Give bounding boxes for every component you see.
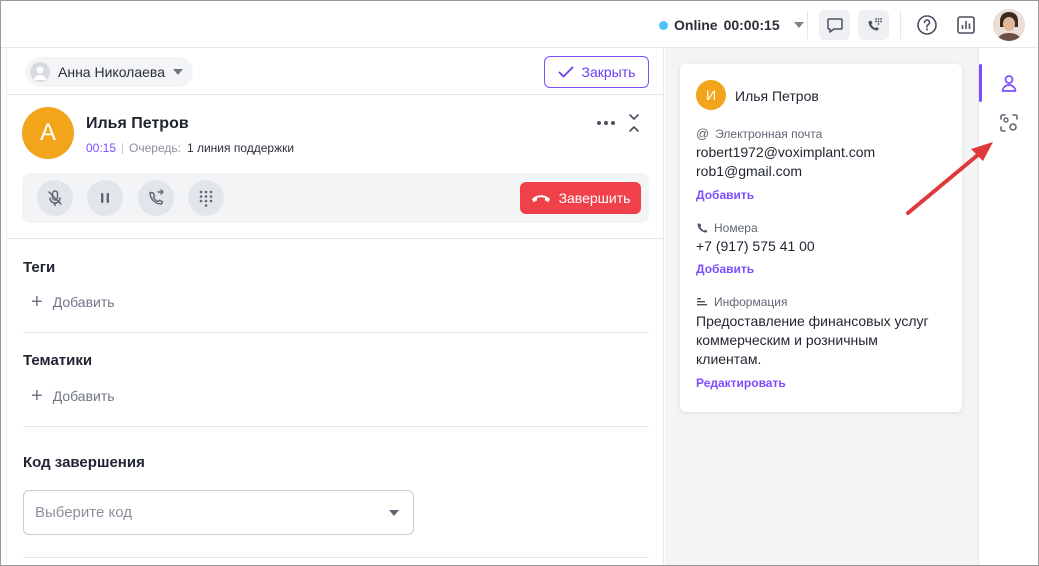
chevron-down-icon [389,510,399,516]
email-section-label: @ Электронная почта [696,126,822,141]
agent-avatar [30,62,50,82]
panel-header: Анна Николаева Закрыть [7,48,664,95]
completion-code-select[interactable]: Выберите код [23,490,414,535]
contact-name: Илья Петров [735,88,819,104]
agent-name: Анна Николаева [58,64,165,80]
add-tag-button[interactable]: + Добавить [31,292,115,312]
analytics-icon [957,16,975,34]
phone-label: Номера [714,221,758,235]
hold-button[interactable] [87,180,123,216]
contact-avatar: И [696,80,726,110]
annotation-arrow [906,142,993,215]
collapse-icon[interactable] [627,113,641,133]
scan-icon [1000,114,1018,132]
add-email-link[interactable]: Добавить [696,188,754,202]
info-text-line: клиентам. [696,351,762,367]
mic-off-icon [48,190,62,207]
add-topic-button[interactable]: + Добавить [31,386,115,406]
chevron-down-icon [172,69,183,75]
chat-button[interactable] [819,10,850,40]
divider [900,11,901,39]
check-icon [558,66,573,78]
close-button[interactable]: Закрыть [544,56,649,88]
divider [23,332,649,333]
contact-panel: И Илья Петров @ Электронная почта robert… [665,48,978,565]
call-transfer-icon [149,189,164,205]
dialpad-call-icon [868,18,882,31]
caller-avatar: А [22,107,74,159]
phone-icon [697,223,708,233]
help-icon [917,15,937,35]
caller-name: Илья Петров [86,115,189,132]
user-photo-icon [993,9,1025,41]
email-value: rob1@gmail.com [696,163,803,179]
mute-button[interactable] [37,180,73,216]
call-controls: Завершить [22,173,649,223]
contact-card: И Илья Петров @ Электронная почта robert… [680,64,962,412]
top-bar: Online 00:00:15 [1,1,1038,48]
user-avatar[interactable] [993,9,1025,41]
dialpad-button[interactable] [188,180,224,216]
divider [23,426,649,427]
queue-value: 1 линия поддержки [186,141,295,155]
info-text-line: Предоставление финансовых услуг [696,313,929,329]
active-tab-indicator [979,64,982,102]
email-label: Электронная почта [715,126,823,141]
dialpad-icon [199,190,213,207]
end-call-button[interactable]: Завершить [520,182,641,214]
analytics-button[interactable] [954,13,978,37]
completion-code-placeholder: Выберите код [35,504,132,521]
status-selector[interactable]: Online 00:00:15 [659,15,804,35]
divider [807,11,808,39]
chevron-down-icon [793,22,804,28]
status-dot [659,20,668,30]
info-section-label: Информация [696,295,787,309]
phone-value: +7 (917) 575 41 00 [696,238,815,254]
close-button-label: Закрыть [581,64,636,80]
info-text-line: коммерческим и розничным [696,332,878,348]
status-label: Online [674,17,718,33]
scan-tab[interactable] [997,111,1021,135]
info-label: Информация [714,295,788,309]
plus-icon: + [31,291,43,313]
divider [23,557,649,558]
at-icon: @ [696,126,710,141]
email-value: robert1972@voximplant.com [696,144,876,160]
transfer-button[interactable] [138,180,174,216]
phone-section-label: Номера [696,221,758,235]
contact-tab[interactable] [997,71,1021,95]
edit-info-link[interactable]: Редактировать [696,376,786,390]
add-topic-label: Добавить [52,388,115,404]
call-meta: 00:15 Очередь: 1 линия поддержки [86,141,294,155]
right-rail [978,48,1038,565]
conversation-panel: Анна Николаева Закрыть А Илья Петров 00:… [7,48,664,565]
text-lines-icon [697,298,707,306]
pause-icon [101,193,109,203]
hang-up-icon [531,195,550,202]
topics-title: Тематики [23,352,93,369]
person-icon [33,66,47,80]
call-card: А Илья Петров 00:15 Очередь: 1 линия под… [7,95,664,239]
call-timer: 00:15 [86,141,117,155]
more-options-icon[interactable] [597,121,615,125]
tags-title: Теги [23,259,56,276]
divider [122,142,124,154]
completion-code-title: Код завершения [23,454,145,471]
queue-label: Очередь: [129,141,181,155]
plus-icon: + [31,385,43,407]
chat-icon [826,18,843,33]
help-button[interactable] [915,13,939,37]
app-window: Online 00:00:15 Анна Николаева Закрыть А… [0,0,1039,566]
add-tag-label: Добавить [52,294,115,310]
end-call-label: Завершить [558,190,631,206]
person-icon [1001,75,1017,92]
dialpad-call-button[interactable] [858,10,889,40]
status-timer: 00:00:15 [723,17,780,33]
add-phone-link[interactable]: Добавить [696,262,754,276]
agent-selector[interactable]: Анна Николаева [25,57,193,87]
